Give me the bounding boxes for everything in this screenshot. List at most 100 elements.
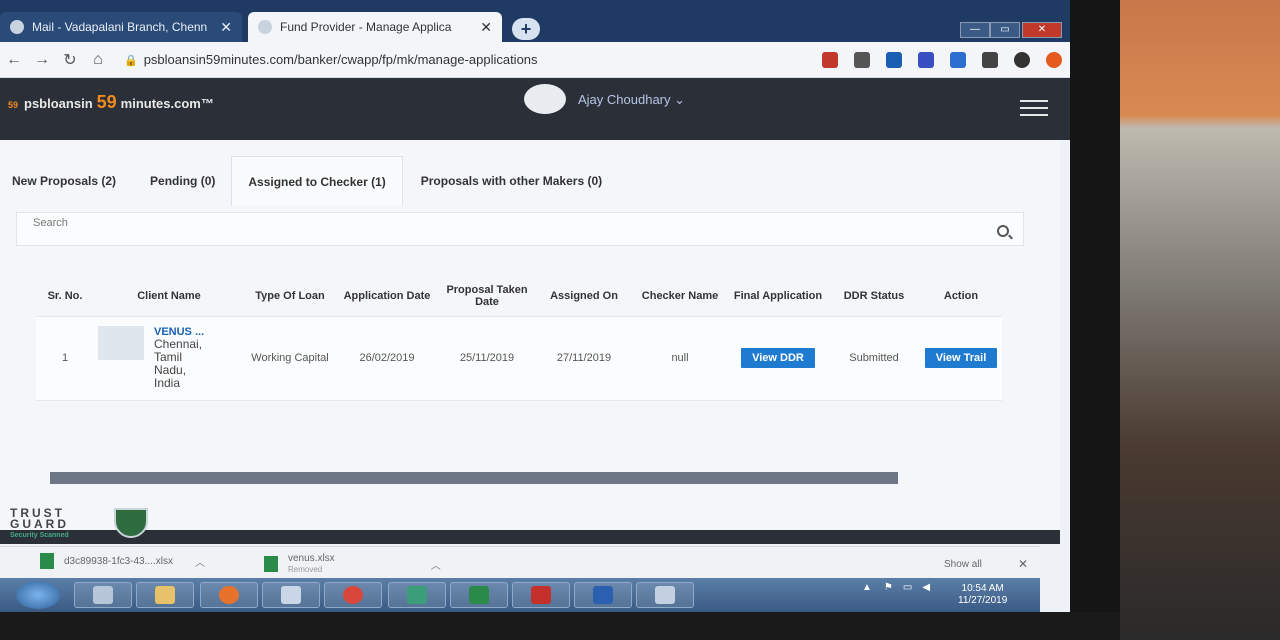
taskbar-chrome[interactable] <box>324 582 382 608</box>
main-content: New Proposals (2) Pending (0) Assigned t… <box>0 140 1060 530</box>
screen: Mail - Vadapalani Branch, Chenn ✕ Fund P… <box>0 0 1070 612</box>
download-item[interactable]: venus.xlsx Removed ︿ <box>264 553 441 575</box>
taskbar-firefox[interactable] <box>200 582 258 608</box>
brand-logo[interactable]: 59 psbloansin 59 minutes.com™ <box>8 92 214 113</box>
browser-tab-strip: Mail - Vadapalani Branch, Chenn ✕ Fund P… <box>0 0 1070 42</box>
address-bar: ← → ↻ ⌂ 🔒 psbloansin59minutes.com/banker/… <box>0 42 1070 78</box>
user-menu[interactable]: Ajay Choudhary ⌄ <box>578 92 685 108</box>
view-trail-button[interactable]: View Trail <box>924 348 998 368</box>
download-filename: d3c89938-1fc3-43....xlsx <box>64 555 173 567</box>
tab-proposals-with-other-makers[interactable]: Proposals with other Makers (0) <box>409 156 614 206</box>
minimize-button[interactable]: — <box>960 22 990 38</box>
client-text: VENUS ... Chennai, Tamil Nadu, India <box>154 326 206 390</box>
search-icon[interactable] <box>997 225 1009 237</box>
start-button[interactable] <box>16 581 60 609</box>
window-icon <box>655 586 675 604</box>
avatar[interactable] <box>524 84 566 114</box>
taskbar-control-panel[interactable] <box>74 582 132 608</box>
site-favicon-icon <box>258 20 272 34</box>
brand-text-post: minutes.com™ <box>120 96 214 111</box>
home-icon[interactable]: ⌂ <box>84 51 112 69</box>
profile-icon[interactable] <box>1014 51 1030 68</box>
browser-tab-fund-provider[interactable]: Fund Provider - Manage Applica ✕ <box>248 12 502 42</box>
key-icon[interactable] <box>854 51 870 68</box>
star-icon[interactable] <box>886 51 902 68</box>
cell-application-date: 26/02/2019 <box>336 316 438 401</box>
chevron-up-icon[interactable]: ︿ <box>195 554 205 569</box>
brand-badge: 59 <box>8 100 19 110</box>
back-arrow-icon[interactable]: ← <box>0 51 28 69</box>
clock-time: 10:54 AM <box>961 583 1004 594</box>
control-panel-icon <box>93 586 113 604</box>
taskbar-word[interactable] <box>574 582 632 608</box>
col-header-action: Action <box>920 276 1002 317</box>
cell-ddr-status: Submitted <box>828 316 920 401</box>
word-icon <box>593 586 613 604</box>
mail-favicon-icon <box>10 20 24 34</box>
taskbar: ▲ ⚑ ▭ ◀ 10:54 AM 11/27/2019 <box>0 578 1040 612</box>
client-info: VENUS ... Chennai, Tamil Nadu, India <box>98 326 240 390</box>
flag-icon[interactable]: ⚑ <box>884 582 893 593</box>
clock[interactable]: 10:54 AM 11/27/2019 <box>958 583 1007 607</box>
brand-number: 59 <box>96 92 117 112</box>
taskbar-calculator[interactable] <box>262 582 320 608</box>
excel-file-icon <box>264 556 278 572</box>
extension-shield-icon[interactable] <box>982 51 998 68</box>
monitor-bezel-bottom <box>0 612 1120 640</box>
firefox-icon <box>219 586 239 604</box>
table-header-row: Sr. No. Client Name Type Of Loan Applica… <box>36 276 1002 317</box>
show-all-button[interactable]: Show all <box>944 559 982 570</box>
excel-icon <box>469 586 489 604</box>
cell-proposal-taken-date: 25/11/2019 <box>438 316 536 401</box>
extension-search-icon[interactable] <box>918 51 934 68</box>
new-tab-button[interactable]: + <box>512 18 540 40</box>
tab-pending[interactable]: Pending (0) <box>138 156 227 206</box>
url-field[interactable]: 🔒 psbloansin59minutes.com/banker/cwapp/fp… <box>124 52 814 67</box>
chevron-up-icon[interactable]: ▲ <box>862 582 872 593</box>
reload-icon[interactable]: ↻ <box>56 50 84 70</box>
table-row: 1 VENUS ... Chennai, Tamil Nadu, India W… <box>36 316 1002 401</box>
chevron-up-icon[interactable]: ︿ <box>431 557 441 572</box>
proposal-tabs: New Proposals (2) Pending (0) Assigned t… <box>0 156 1050 206</box>
downloads-bar: d3c89938-1fc3-43....xlsx ︿ venus.xlsx Rem… <box>0 546 1040 578</box>
blocked-icon[interactable] <box>822 51 838 68</box>
monitor-bezel <box>1070 0 1120 640</box>
applications-table: Sr. No. Client Name Type Of Loan Applica… <box>36 276 1002 401</box>
search-label: Search <box>33 217 68 229</box>
extension-sync-icon[interactable] <box>950 51 966 68</box>
menu-icon[interactable] <box>1020 100 1048 118</box>
forward-arrow-icon[interactable]: → <box>28 51 56 69</box>
url-text: psbloansin59minutes.com/banker/cwapp/fp/… <box>143 52 538 67</box>
close-tab-icon[interactable]: ✕ <box>480 19 492 36</box>
maximize-button[interactable]: ▭ <box>990 22 1020 38</box>
search-input[interactable]: Search <box>16 212 1024 246</box>
taskbar-acrobat[interactable] <box>512 582 570 608</box>
col-header-proposal-taken-date: Proposal Taken Date <box>438 276 536 317</box>
tab-title: Mail - Vadapalani Branch, Chenn <box>32 20 208 34</box>
col-header-application-date: Application Date <box>336 276 438 317</box>
col-header-sr-no: Sr. No. <box>36 276 94 317</box>
volume-icon[interactable]: ◀ <box>922 582 930 593</box>
taskbar-file-explorer[interactable] <box>136 582 194 608</box>
view-ddr-button[interactable]: View DDR <box>741 348 815 368</box>
update-alert-icon[interactable] <box>1046 51 1062 68</box>
client-address: Chennai, Tamil Nadu, India <box>154 337 203 390</box>
client-logo <box>98 326 144 360</box>
system-tray: ▲ ⚑ ▭ ◀ <box>862 582 930 593</box>
close-window-button[interactable]: ✕ <box>1022 22 1062 38</box>
taskbar-app-2[interactable] <box>636 582 694 608</box>
close-downloads-icon[interactable]: ✕ <box>1018 557 1028 571</box>
tab-new-proposals[interactable]: New Proposals (2) <box>0 156 128 206</box>
taskbar-app[interactable] <box>388 582 446 608</box>
browser-tab-mail[interactable]: Mail - Vadapalani Branch, Chenn ✕ <box>0 12 242 42</box>
download-filename: venus.xlsx <box>288 553 335 564</box>
tab-assigned-to-checker[interactable]: Assigned to Checker (1) <box>231 156 403 206</box>
horizontal-scrollbar[interactable] <box>50 472 898 484</box>
app-icon <box>407 586 427 604</box>
background-photo <box>1120 0 1280 640</box>
download-item[interactable]: d3c89938-1fc3-43....xlsx ︿ <box>40 553 205 569</box>
download-meta: venus.xlsx Removed <box>288 553 335 575</box>
close-tab-icon[interactable]: ✕ <box>220 19 232 36</box>
network-icon[interactable]: ▭ <box>903 582 912 593</box>
taskbar-excel[interactable] <box>450 582 508 608</box>
